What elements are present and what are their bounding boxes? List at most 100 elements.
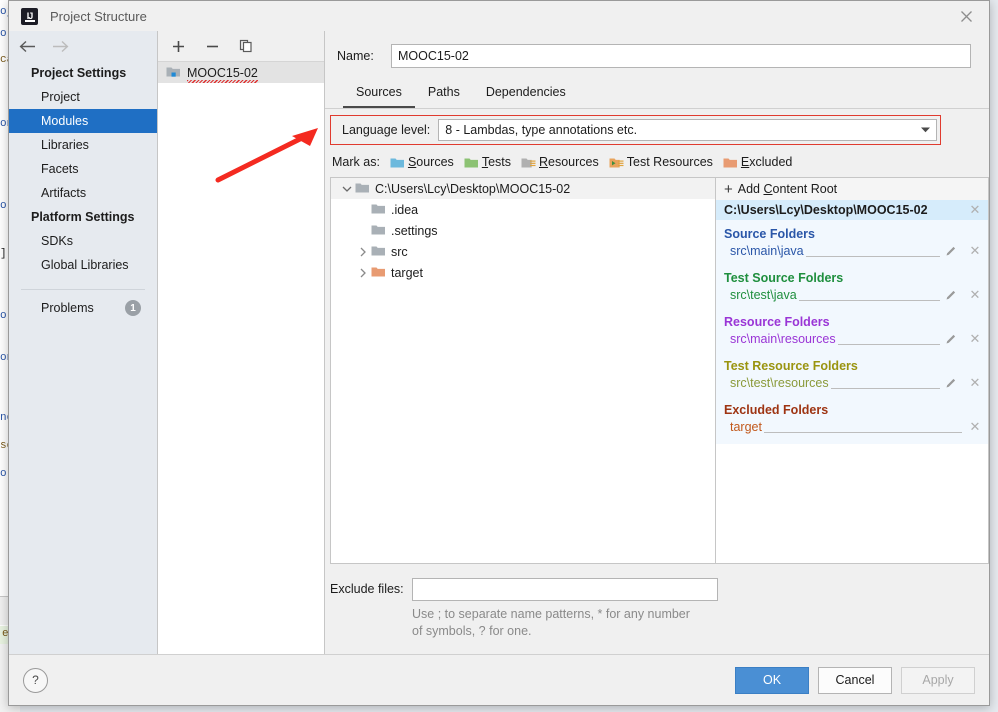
modules-list[interactable]: MOOC15-02 bbox=[158, 62, 324, 654]
sidebar-item-artifacts[interactable]: Artifacts bbox=[9, 181, 157, 205]
dialog-body: Project Settings Project Modules Librari… bbox=[9, 31, 989, 654]
path-filler bbox=[798, 289, 940, 301]
dialog-title: Project Structure bbox=[50, 8, 147, 24]
close-icon[interactable]: ✕ bbox=[962, 202, 988, 218]
plus-icon[interactable] bbox=[170, 38, 186, 54]
group-title-excluded-folders: Excluded Folders bbox=[724, 403, 829, 417]
mark-as-test-resources-button[interactable]: Test Resources bbox=[609, 155, 713, 169]
module-name-input[interactable] bbox=[391, 44, 971, 68]
mark-as-resources-button[interactable]: Resources bbox=[521, 155, 599, 169]
folder-icon bbox=[355, 181, 370, 197]
ok-button[interactable]: OK bbox=[735, 666, 809, 694]
mark-as-label-tests: Tests bbox=[481, 155, 511, 169]
apply-button: Apply bbox=[901, 666, 975, 694]
close-icon[interactable] bbox=[943, 1, 989, 31]
cancel-button[interactable]: Cancel bbox=[818, 666, 892, 694]
table-row[interactable]: .settings bbox=[331, 220, 715, 241]
table-row[interactable]: src bbox=[331, 241, 715, 262]
list-item-label: MOOC15-02 bbox=[187, 66, 258, 83]
mark-as-label-test-resources: Test Resources bbox=[626, 155, 713, 169]
folder-resources-icon bbox=[521, 158, 536, 167]
navigation-arrows bbox=[9, 31, 157, 61]
chevron-right-icon[interactable] bbox=[355, 247, 371, 257]
content-root-path: C:\Users\Lcy\Desktop\MOOC15-02 bbox=[724, 203, 928, 217]
pencil-icon[interactable] bbox=[940, 333, 962, 345]
content-root-header[interactable]: C:\Users\Lcy\Desktop\MOOC15-02 ✕ bbox=[716, 200, 988, 220]
sidebar-item-sdks[interactable]: SDKs bbox=[9, 229, 157, 253]
close-icon[interactable]: ✕ bbox=[962, 331, 988, 347]
tree-item-label: .settings bbox=[391, 223, 438, 238]
tab-sources[interactable]: Sources bbox=[343, 81, 415, 108]
add-content-root-button[interactable]: + Add Content Root bbox=[716, 178, 988, 200]
group-title-source-folders: Source Folders bbox=[724, 227, 815, 241]
content-root-panel: + Add Content Root C:\Users\Lcy\Desktop\… bbox=[715, 178, 988, 563]
hint-line-2: of symbols, ? for one. bbox=[412, 624, 532, 638]
mark-as-tests-button[interactable]: Tests bbox=[464, 155, 511, 169]
folder-test-resources-icon bbox=[609, 158, 624, 167]
folder-path: target bbox=[730, 420, 762, 434]
exclude-files-label: Exclude files: bbox=[330, 582, 404, 596]
dialog-title-bar: IJ Project Structure bbox=[9, 1, 989, 31]
list-item[interactable]: target ✕ bbox=[716, 419, 988, 444]
sources-panes: C:\Users\Lcy\Desktop\MOOC15-02 .idea .se… bbox=[330, 177, 989, 564]
content-tree[interactable]: C:\Users\Lcy\Desktop\MOOC15-02 .idea .se… bbox=[331, 178, 715, 563]
sidebar-item-facets[interactable]: Facets bbox=[9, 157, 157, 181]
module-tabs: Sources Paths Dependencies bbox=[325, 68, 989, 108]
sidebar-item-problems[interactable]: Problems 1 bbox=[9, 290, 157, 316]
folder-excluded-icon bbox=[371, 265, 386, 281]
folder-path: src\main\java bbox=[730, 244, 804, 258]
folder-icon bbox=[371, 202, 386, 218]
mark-as-excluded-button[interactable]: Excluded bbox=[723, 155, 792, 169]
tabs-divider bbox=[325, 108, 989, 109]
sidebar-item-global-libraries[interactable]: Global Libraries bbox=[9, 253, 157, 277]
table-row[interactable]: C:\Users\Lcy\Desktop\MOOC15-02 bbox=[331, 178, 715, 199]
path-filler bbox=[805, 245, 940, 257]
list-item[interactable]: src\test\java ✕ bbox=[716, 287, 988, 308]
pencil-icon[interactable] bbox=[940, 377, 962, 389]
mark-as-label-excluded: Excluded bbox=[740, 155, 793, 169]
list-item[interactable]: src\main\java ✕ bbox=[716, 243, 988, 264]
language-level-select[interactable]: 8 - Lambdas, type annotations etc. bbox=[438, 119, 937, 141]
name-label: Name: bbox=[337, 49, 374, 63]
plus-icon: + bbox=[724, 180, 733, 198]
table-row[interactable]: .idea bbox=[331, 199, 715, 220]
help-icon[interactable]: ? bbox=[23, 667, 48, 693]
path-filler bbox=[763, 421, 962, 433]
list-item[interactable]: MOOC15-02 bbox=[158, 62, 324, 83]
help-label: ? bbox=[32, 673, 39, 687]
arrow-right-icon bbox=[52, 40, 69, 53]
close-icon[interactable]: ✕ bbox=[962, 419, 988, 435]
mark-as-sources-button[interactable]: Sources bbox=[390, 155, 454, 169]
language-level-label: Language level: bbox=[342, 123, 431, 137]
sidebar-group-project-settings: Project Settings bbox=[31, 66, 127, 80]
close-icon[interactable]: ✕ bbox=[962, 287, 988, 303]
chevron-right-icon[interactable] bbox=[355, 268, 371, 278]
close-icon[interactable]: ✕ bbox=[962, 375, 988, 391]
group-title-test-resource-folders: Test Resource Folders bbox=[724, 359, 858, 373]
minus-icon[interactable] bbox=[204, 38, 220, 54]
folder-icon bbox=[371, 223, 386, 239]
list-item[interactable]: src\main\resources ✕ bbox=[716, 331, 988, 352]
sidebar-item-libraries[interactable]: Libraries bbox=[9, 133, 157, 157]
sidebar-item-project[interactable]: Project bbox=[9, 85, 157, 109]
tab-dependencies[interactable]: Dependencies bbox=[473, 81, 579, 108]
mark-as-label-sources: Sources bbox=[407, 155, 454, 169]
tree-item-label: target bbox=[391, 265, 423, 280]
exclude-files-hint: Use ; to separate name patterns, * for a… bbox=[412, 601, 718, 640]
group-title-resource-folders: Resource Folders bbox=[724, 315, 830, 329]
arrow-left-icon[interactable] bbox=[19, 40, 36, 53]
project-structure-dialog: IJ Project Structure Project Settings Pr… bbox=[8, 0, 990, 706]
exclude-files-input[interactable] bbox=[412, 578, 718, 601]
mark-as-toolbar: Mark as: Sources Tests Resources Test Re… bbox=[325, 145, 989, 169]
chevron-down-icon[interactable] bbox=[914, 126, 936, 134]
close-icon[interactable]: ✕ bbox=[962, 243, 988, 259]
table-row[interactable]: target bbox=[331, 262, 715, 283]
tab-paths[interactable]: Paths bbox=[415, 81, 473, 108]
pencil-icon[interactable] bbox=[940, 289, 962, 301]
pencil-icon[interactable] bbox=[940, 245, 962, 257]
sidebar-item-modules[interactable]: Modules bbox=[9, 109, 157, 133]
copy-icon[interactable] bbox=[238, 38, 254, 54]
chevron-down-icon[interactable] bbox=[339, 185, 355, 193]
list-item[interactable]: src\test\resources ✕ bbox=[716, 375, 988, 396]
tree-item-label: C:\Users\Lcy\Desktop\MOOC15-02 bbox=[375, 181, 571, 196]
